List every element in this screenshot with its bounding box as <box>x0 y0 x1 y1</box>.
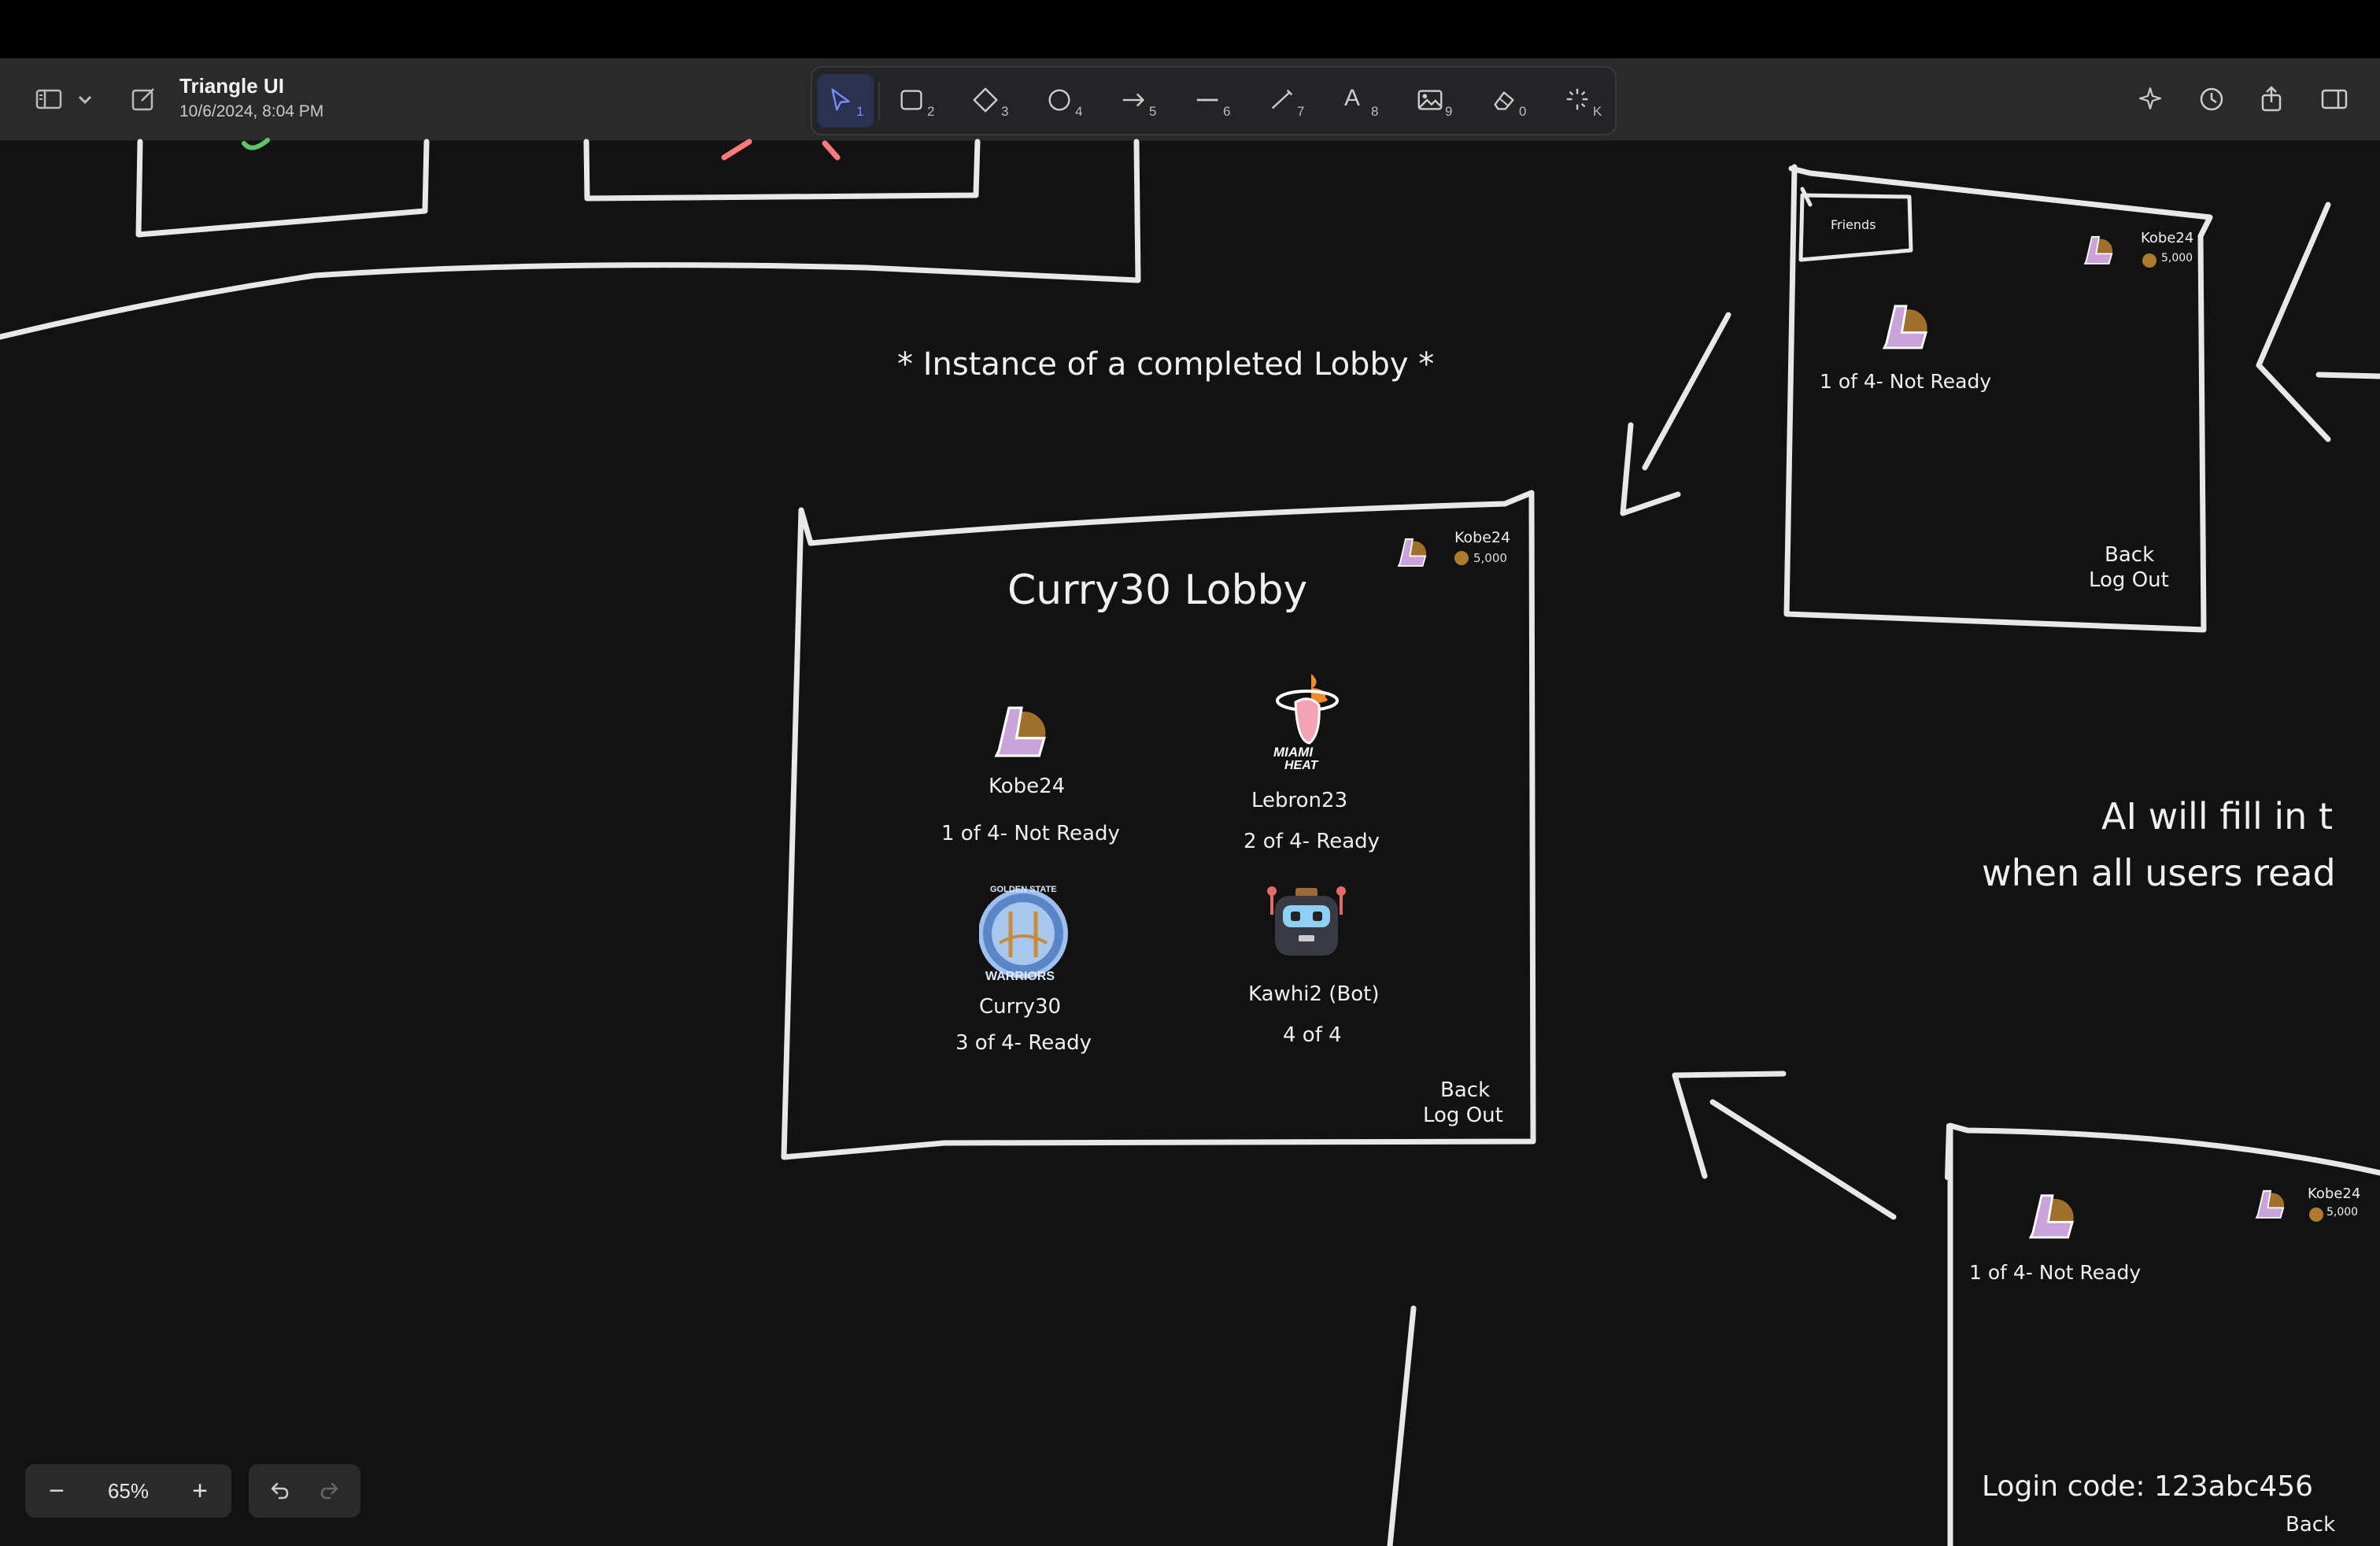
small-lobby-coins: 5,000 <box>2161 252 2193 264</box>
shortcut-key: 7 <box>1297 104 1305 119</box>
shortcut-key: 0 <box>1519 104 1527 119</box>
bottom-lobby-username: Kobe24 <box>2308 1185 2361 1202</box>
warriors-text-top: GOLDEN STATE <box>990 885 1057 894</box>
shortcut-key: 1 <box>856 104 864 119</box>
new-note-icon[interactable] <box>120 76 167 123</box>
system-top-bar <box>0 0 2380 58</box>
small-lobby-logout-link[interactable]: Log Out <box>2089 568 2169 592</box>
shortcut-key: 8 <box>1371 104 1379 119</box>
coin-icon <box>1454 551 1469 565</box>
shortcut-key: K <box>1593 104 1602 119</box>
drawing-tools: 1 2 3 4 5 6 7 A 8 9 0 K <box>811 66 1617 135</box>
lobby-coins: 5,000 <box>1473 551 1507 565</box>
bottom-lobby-coins: 5,000 <box>2326 1206 2359 1219</box>
coin-icon <box>2142 253 2156 268</box>
laser-tool[interactable]: K <box>1554 74 1610 128</box>
history-controls <box>249 1464 360 1518</box>
ai-note-line2: when all users read <box>1982 852 2336 894</box>
lakers-logo-icon <box>2255 1189 2285 1219</box>
line-tool[interactable]: 6 <box>1184 74 1240 128</box>
ellipse-tool[interactable]: 4 <box>1036 74 1092 128</box>
select-tool[interactable]: 1 <box>817 74 874 128</box>
text-tool-glyph: A <box>1344 85 1361 111</box>
ai-sparkle-icon[interactable] <box>2128 76 2175 123</box>
lakers-logo-icon <box>1882 305 1928 350</box>
coin-icon <box>2309 1208 2323 1222</box>
lakers-logo-icon <box>2083 235 2113 264</box>
shortcut-key: 4 <box>1075 104 1083 119</box>
shortcut-key: 5 <box>1149 104 1157 119</box>
document-date: 10/6/2024, 8:04 PM <box>179 102 324 120</box>
redo-icon[interactable] <box>304 1464 357 1518</box>
small-lobby-username: Kobe24 <box>2141 230 2194 246</box>
diamond-tool[interactable]: 3 <box>962 74 1018 128</box>
lobby-username: Kobe24 <box>1454 529 1511 546</box>
heat-text-heat: HEAT <box>1284 759 1318 772</box>
player-status-kawhi: 4 of 4 <box>1283 1023 1342 1047</box>
lakers-logo-icon <box>1397 538 1427 567</box>
miami-heat-logo-icon: MIAMI HEAT <box>1264 671 1351 773</box>
player-status-kobe: 1 of 4- Not Ready <box>941 822 1120 845</box>
shortcut-key: 9 <box>1445 104 1453 119</box>
draw-tool[interactable]: 7 <box>1258 74 1314 128</box>
chevron-down-icon[interactable] <box>69 76 101 123</box>
player-name-curry: Curry30 <box>979 995 1062 1019</box>
robot-avatar-icon <box>1267 886 1346 956</box>
document-title[interactable]: Triangle UI <box>179 74 284 98</box>
ai-note-line1: AI will fill in t <box>2101 795 2333 838</box>
eraser-tool[interactable]: 0 <box>1480 74 1536 128</box>
warriors-text-bottom: WARRIORS <box>985 970 1055 983</box>
image-tool[interactable]: 9 <box>1406 74 1462 128</box>
player-name-kawhi: Kawhi2 (Bot) <box>1248 982 1380 1006</box>
divider <box>878 82 880 120</box>
app-toolbar: Triangle UI 10/6/2024, 8:04 PM 1 2 3 4 5… <box>0 58 2380 141</box>
player-name-kobe: Kobe24 <box>989 775 1066 798</box>
shortcut-key: 6 <box>1223 104 1231 119</box>
small-lobby-status: 1 of 4- Not Ready <box>1820 370 1992 393</box>
small-lobby-back-link[interactable]: Back <box>2105 543 2154 567</box>
lobby-title: Curry30 Lobby <box>1007 567 1308 614</box>
shortcut-key: 3 <box>1001 104 1009 119</box>
arrow-tool[interactable]: 5 <box>1110 74 1166 128</box>
history-icon[interactable] <box>2188 76 2235 123</box>
lakers-logo-icon <box>994 706 1046 757</box>
player-name-lebron: Lebron23 <box>1251 789 1348 812</box>
zoom-in-button[interactable]: + <box>173 1464 227 1518</box>
player-status-lebron: 2 of 4- Ready <box>1244 830 1380 853</box>
zoom-level[interactable]: 65% <box>88 1464 168 1518</box>
lobby-user-badge: Kobe24 5,000 <box>1391 529 1525 576</box>
friends-label[interactable]: Friends <box>1831 217 1876 232</box>
bottom-lobby-back-link[interactable]: Back <box>2286 1513 2335 1537</box>
warriors-logo-icon: GOLDEN STATE WARRIORS <box>979 882 1070 987</box>
zoom-out-button[interactable]: − <box>30 1464 83 1518</box>
heat-text-miami: MIAMI <box>1273 745 1314 760</box>
lobby-logout-link[interactable]: Log Out <box>1423 1104 1503 1127</box>
text-tool[interactable]: A 8 <box>1332 74 1388 128</box>
bottom-lobby-status: 1 of 4- Not Ready <box>1969 1261 2142 1284</box>
lakers-logo-icon <box>2028 1194 2075 1239</box>
right-panel-icon[interactable] <box>2311 76 2358 123</box>
shortcut-key: 2 <box>927 104 935 119</box>
canvas-heading: * Instance of a completed Lobby * <box>897 346 1435 383</box>
login-code: Login code: 123abc456 <box>1982 1470 2314 1503</box>
player-status-curry: 3 of 4- Ready <box>955 1031 1092 1055</box>
rectangle-tool[interactable]: 2 <box>888 74 944 128</box>
undo-icon[interactable] <box>252 1464 305 1518</box>
lobby-back-link[interactable]: Back <box>1440 1078 1490 1102</box>
share-icon[interactable] <box>2248 76 2295 123</box>
whiteboard-canvas[interactable] <box>0 0 2380 1546</box>
sidebar-toggle-icon[interactable] <box>25 76 72 123</box>
zoom-controls: − 65% + <box>25 1464 231 1518</box>
